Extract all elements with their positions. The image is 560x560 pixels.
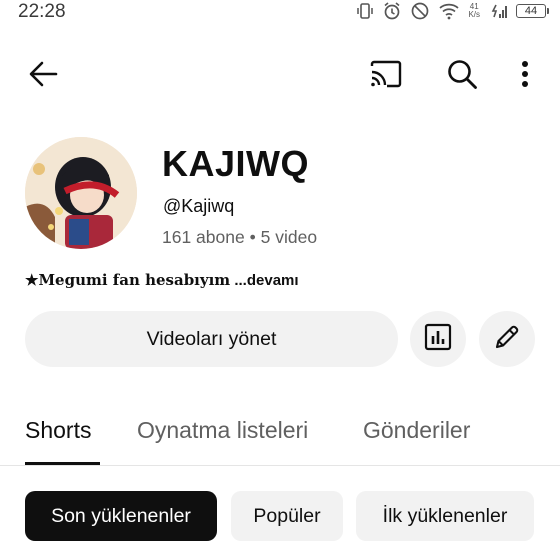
channel-description[interactable]: ★Megumi fan hesabıyım ...devamı	[25, 271, 299, 289]
status-time: 22:28	[18, 1, 66, 22]
dnd-icon	[410, 1, 430, 21]
search-icon	[446, 58, 478, 95]
avatar[interactable]	[25, 137, 137, 249]
search-button[interactable]	[442, 56, 482, 96]
tab-playlists[interactable]: Oynatma listeleri	[137, 417, 308, 444]
analytics-button[interactable]	[410, 311, 466, 367]
stats-separator: •	[249, 227, 256, 247]
chip-latest[interactable]: Son yüklenenler	[25, 491, 217, 541]
more-options-button[interactable]	[508, 56, 542, 96]
channel-name: KAJIWQ	[162, 143, 309, 184]
tab-posts[interactable]: Gönderiler	[363, 417, 470, 444]
chip-popular[interactable]: Popüler	[231, 491, 343, 541]
arrow-left-icon	[28, 61, 58, 92]
network-speed: 41 K/s	[468, 2, 480, 19]
cast-icon	[369, 60, 403, 93]
alarm-icon	[382, 1, 402, 21]
signal-icon	[488, 3, 508, 19]
description-more-link[interactable]: ...devamı	[234, 272, 298, 289]
tab-shorts[interactable]: Shorts	[25, 417, 91, 444]
video-count: 5 video	[260, 227, 318, 247]
subscriber-count: 161 abone	[162, 227, 245, 247]
description-text: ★Megumi fan hesabıyım	[25, 271, 231, 289]
wifi-icon	[438, 2, 460, 20]
status-icons: 41 K/s 44	[356, 0, 549, 22]
manage-videos-button[interactable]: Videoları yönet	[25, 311, 398, 367]
channel-stats: 161 abone • 5 video	[162, 227, 317, 248]
more-vert-icon	[521, 60, 529, 93]
channel-handle: @Kajiwq	[163, 196, 235, 216]
cast-button[interactable]	[366, 56, 406, 96]
chip-oldest[interactable]: İlk yüklenenler	[356, 491, 534, 541]
edit-channel-button[interactable]	[479, 311, 535, 367]
pencil-icon	[492, 322, 522, 357]
vibrate-icon	[356, 2, 374, 20]
battery-indicator: 44	[516, 4, 549, 18]
analytics-icon	[424, 323, 452, 356]
avatar-image	[25, 137, 137, 249]
tab-divider	[0, 465, 560, 466]
back-button[interactable]	[25, 58, 61, 94]
